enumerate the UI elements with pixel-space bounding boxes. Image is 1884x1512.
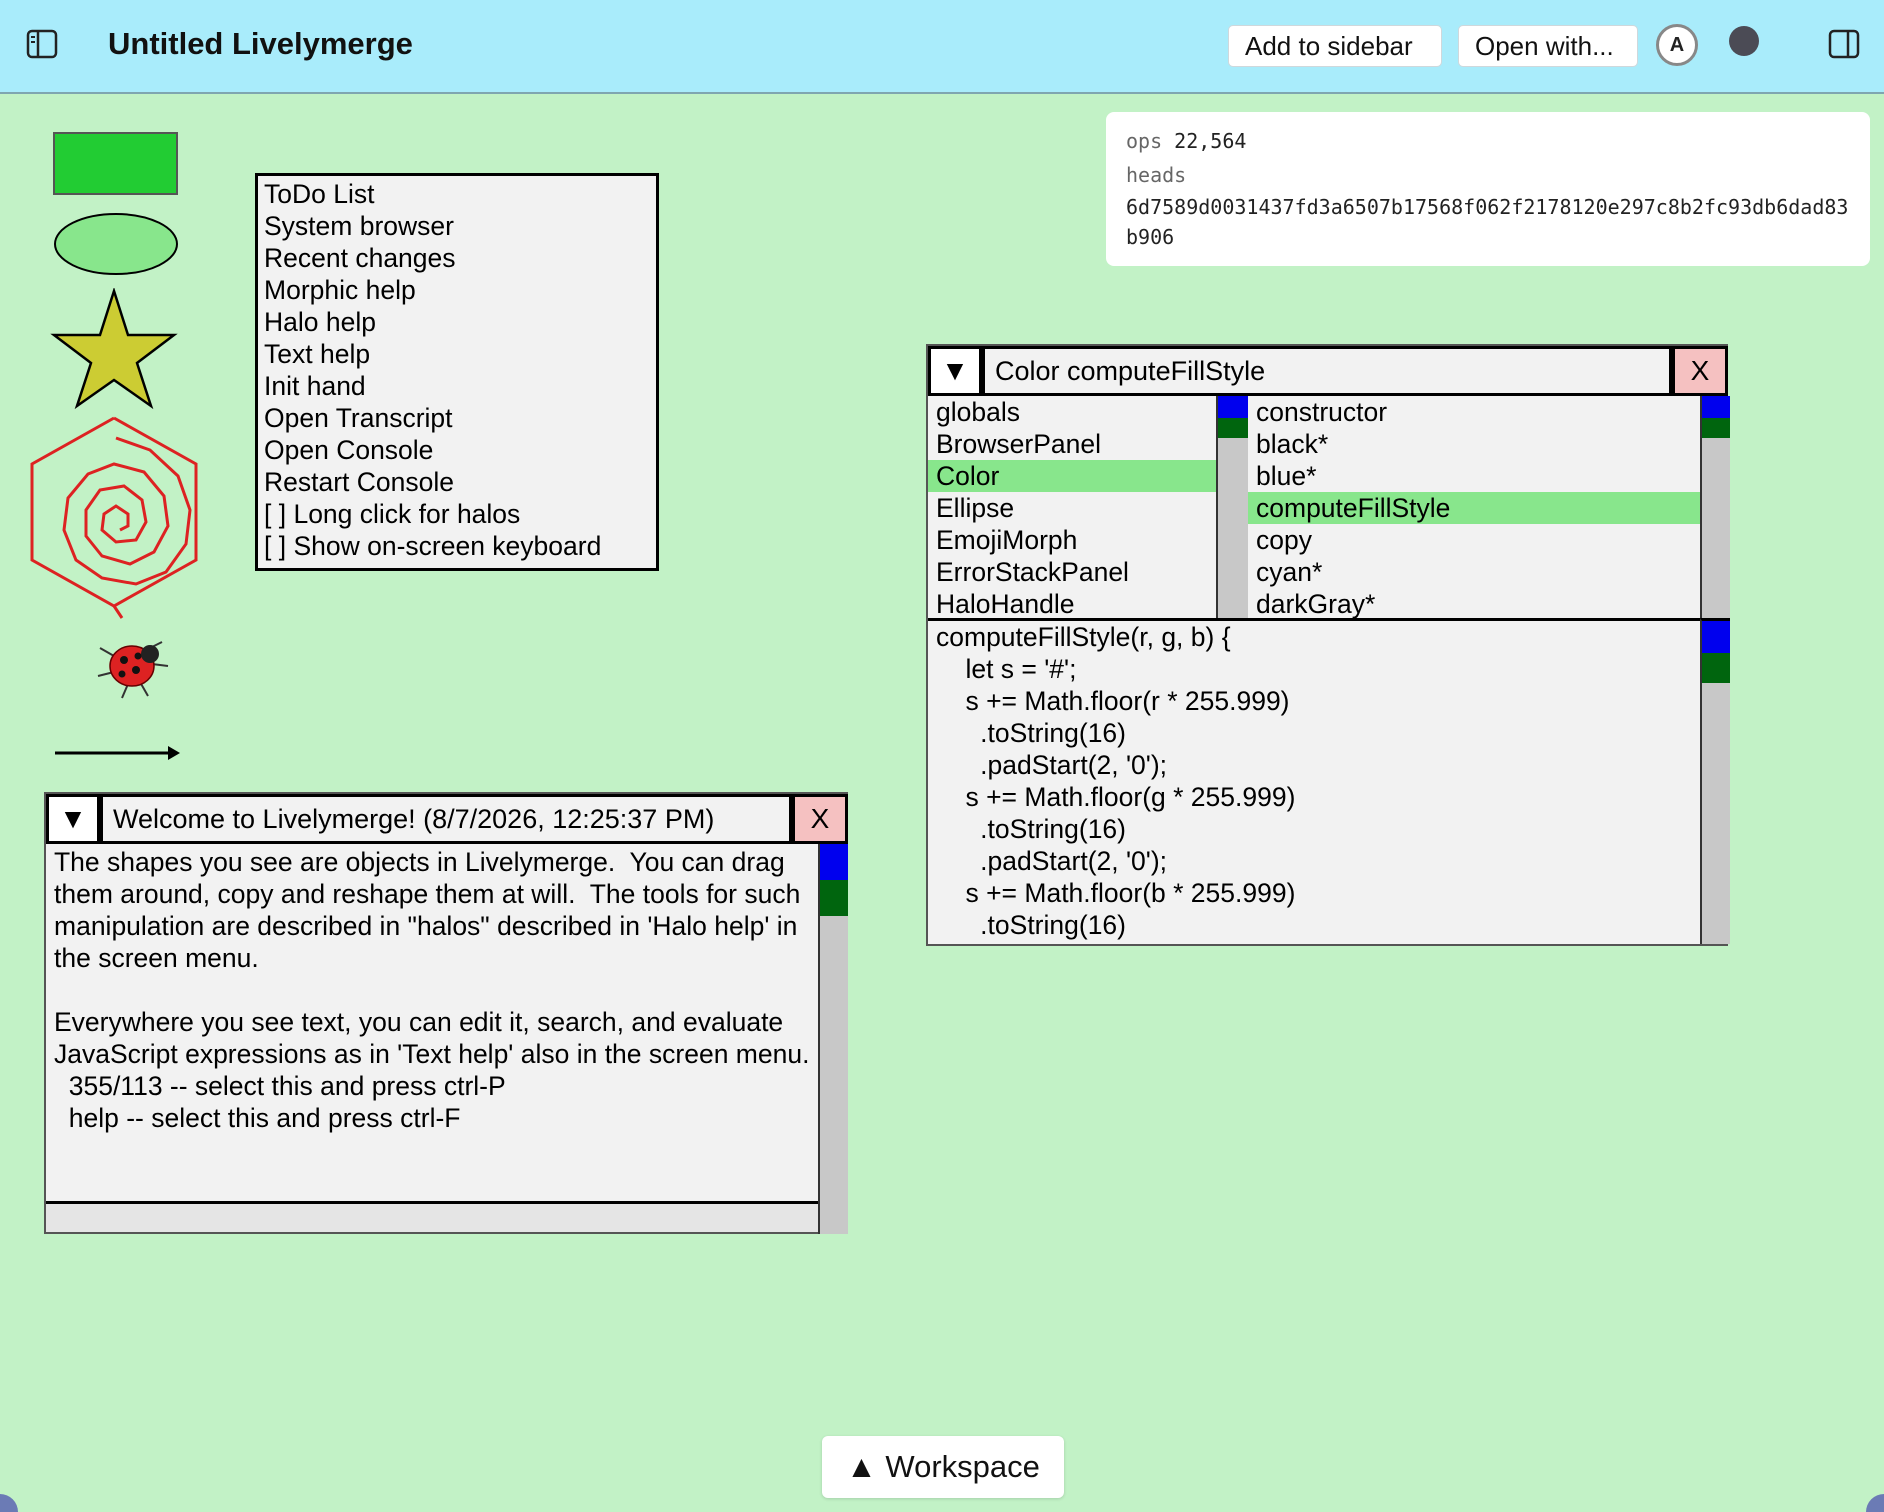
- method-item-selected[interactable]: computeFillStyle: [1248, 492, 1700, 524]
- scroll-up-button[interactable]: [820, 844, 848, 880]
- app-header: Untitled Livelymerge Add to sidebar Open…: [0, 0, 1884, 94]
- arrow-line-morph[interactable]: [52, 740, 184, 766]
- method-list: constructor black* blue* computeFillStyl…: [1248, 396, 1700, 618]
- heads-label: heads: [1126, 163, 1187, 187]
- close-button[interactable]: X: [792, 794, 848, 844]
- close-button[interactable]: X: [1672, 346, 1728, 396]
- menu-item-init-hand[interactable]: Init hand: [264, 370, 650, 402]
- scroll-thumb[interactable]: [820, 880, 848, 916]
- screen-menu: ToDo List System browser Recent changes …: [255, 173, 659, 571]
- spiral-morph[interactable]: [28, 414, 204, 620]
- window-title[interactable]: Color computeFillStyle: [982, 346, 1672, 396]
- method-item[interactable]: copy: [1248, 524, 1700, 556]
- user-avatar[interactable]: A: [1656, 24, 1698, 66]
- collapse-button[interactable]: ▼: [46, 794, 100, 844]
- collapse-button[interactable]: ▼: [928, 346, 982, 396]
- toggle-left-sidebar-icon[interactable]: [26, 28, 58, 60]
- star-morph[interactable]: [50, 288, 178, 410]
- method-list-scrollbar[interactable]: [1700, 396, 1730, 618]
- heads-hash: 6d7589d0031437fd3a6507b17568f062f2178120…: [1126, 195, 1849, 249]
- welcome-window: ▼ Welcome to Livelymerge! (8/7/2026, 12:…: [44, 792, 848, 1234]
- scroll-thumb[interactable]: [1702, 418, 1730, 438]
- class-item[interactable]: BrowserPanel: [928, 428, 1216, 460]
- scroll-thumb[interactable]: [1218, 418, 1248, 438]
- menu-item-restart-console[interactable]: Restart Console: [264, 466, 650, 498]
- sync-status-dot: [1729, 26, 1759, 56]
- open-with-button[interactable]: Open with...: [1458, 25, 1638, 67]
- class-item[interactable]: HaloHandle: [928, 588, 1216, 618]
- class-item[interactable]: ErrorStackPanel: [928, 556, 1216, 588]
- vertical-scrollbar[interactable]: [818, 844, 848, 1234]
- horizontal-scrollbar[interactable]: [46, 1201, 818, 1232]
- scroll-thumb[interactable]: [1702, 653, 1730, 683]
- workspace-toggle-button[interactable]: ▲ Workspace: [822, 1436, 1064, 1498]
- welcome-text[interactable]: The shapes you see are objects in Lively…: [54, 846, 814, 1134]
- scroll-up-button[interactable]: [1702, 396, 1730, 418]
- menu-item-todo-list[interactable]: ToDo List: [264, 178, 650, 210]
- menu-item-system-browser[interactable]: System browser: [264, 210, 650, 242]
- class-item-selected[interactable]: Color: [928, 460, 1216, 492]
- class-list: globals BrowserPanel Color Ellipse Emoji…: [928, 396, 1216, 618]
- menu-item-long-click-halos[interactable]: [ ] Long click for halos: [264, 498, 650, 530]
- class-item[interactable]: globals: [928, 396, 1216, 428]
- document-title: Untitled Livelymerge: [108, 26, 413, 61]
- menu-item-on-screen-keyboard[interactable]: [ ] Show on-screen keyboard: [264, 530, 650, 562]
- method-item[interactable]: black*: [1248, 428, 1700, 460]
- scroll-up-button[interactable]: [1218, 396, 1248, 418]
- method-item[interactable]: cyan*: [1248, 556, 1700, 588]
- window-corner: [0, 1494, 18, 1512]
- method-item[interactable]: blue*: [1248, 460, 1700, 492]
- ladybug-emoji-morph[interactable]: [92, 626, 172, 704]
- window-title[interactable]: Welcome to Livelymerge! (8/7/2026, 12:25…: [100, 794, 792, 844]
- method-item[interactable]: darkGray*: [1248, 588, 1700, 618]
- scroll-up-button[interactable]: [1702, 621, 1730, 653]
- window-corner: [1866, 1494, 1884, 1512]
- add-to-sidebar-button[interactable]: Add to sidebar: [1228, 25, 1442, 67]
- menu-item-morphic-help[interactable]: Morphic help: [264, 274, 650, 306]
- system-browser-window: ▼ Color computeFillStyle X globals Brows…: [926, 344, 1730, 946]
- method-item[interactable]: constructor: [1248, 396, 1700, 428]
- ops-info-panel: ops 22,564 heads 6d7589d0031437fd3a6507b…: [1106, 112, 1870, 266]
- code-scrollbar[interactable]: [1700, 618, 1730, 944]
- rectangle-morph[interactable]: [52, 131, 180, 197]
- class-item[interactable]: EmojiMorph: [928, 524, 1216, 556]
- class-list-scrollbar[interactable]: [1216, 396, 1248, 618]
- menu-item-recent-changes[interactable]: Recent changes: [264, 242, 650, 274]
- menu-item-open-console[interactable]: Open Console: [264, 434, 650, 466]
- menu-item-halo-help[interactable]: Halo help: [264, 306, 650, 338]
- menu-item-open-transcript[interactable]: Open Transcript: [264, 402, 650, 434]
- menu-item-text-help[interactable]: Text help: [264, 338, 650, 370]
- ops-count: 22,564: [1174, 129, 1247, 153]
- toggle-right-sidebar-icon[interactable]: [1828, 28, 1860, 60]
- ellipse-morph[interactable]: [52, 212, 180, 278]
- ops-label: ops: [1126, 129, 1163, 153]
- code-editor[interactable]: computeFillStyle(r, g, b) { let s = '#';…: [928, 618, 1700, 944]
- class-item[interactable]: Ellipse: [928, 492, 1216, 524]
